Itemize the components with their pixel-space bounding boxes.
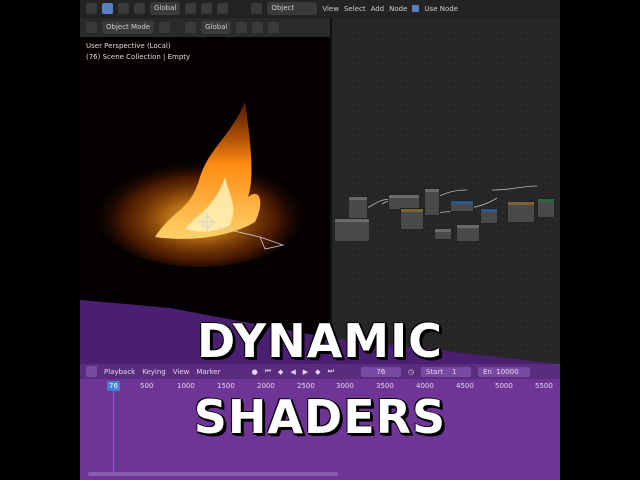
next-keyframe-icon[interactable]: ◆: [315, 368, 320, 376]
menu-playback[interactable]: Playback: [104, 368, 135, 376]
fire-render: [90, 102, 310, 267]
cursor-icon[interactable]: [86, 3, 97, 14]
snap-icon[interactable]: [236, 22, 248, 33]
ruler-tick: 2000: [257, 382, 275, 390]
proportional-edit-icon[interactable]: [268, 22, 280, 33]
ruler-tick: 5000: [495, 382, 513, 390]
ruler-tick: 4000: [416, 382, 434, 390]
viewport-transform-select[interactable]: Global: [201, 21, 232, 34]
menu-add[interactable]: Add: [371, 5, 385, 13]
end-label: En: [482, 367, 492, 376]
timeline-scrollbar[interactable]: [88, 472, 338, 476]
editor-type-icon[interactable]: [251, 3, 263, 14]
start-field[interactable]: Start 1: [420, 366, 471, 377]
editor-type-icon[interactable]: [86, 22, 97, 33]
use-nodes-label: Use Node: [424, 4, 458, 13]
node[interactable]: [400, 208, 424, 230]
ruler-tick: 2500: [297, 382, 315, 390]
end-field[interactable]: En 10000: [477, 366, 530, 377]
ruler-tick: 500: [140, 382, 154, 390]
ruler-tick: 1500: [217, 382, 235, 390]
menu-keying[interactable]: Keying: [142, 368, 166, 376]
ruler-tick: 3500: [376, 382, 394, 390]
start-value: 1: [452, 367, 457, 376]
prev-keyframe-icon[interactable]: ◆: [278, 368, 283, 376]
viewport-header: Object Mode Global: [80, 18, 330, 37]
proportional-edit-icon[interactable]: [201, 3, 213, 14]
top-header: Global Object View Select Add Node Use N…: [80, 0, 560, 17]
current-frame-field[interactable]: 76: [360, 366, 401, 377]
menu-view[interactable]: View: [322, 5, 339, 13]
overlay-title-line2: SHADERS: [193, 390, 447, 444]
node[interactable]: [434, 228, 452, 240]
node[interactable]: [480, 208, 498, 224]
overlay-title-line1: DYNAMIC: [197, 314, 443, 368]
menu-node[interactable]: Node: [389, 5, 407, 13]
ruler-tick: 5500: [535, 382, 553, 390]
play-reverse-icon[interactable]: ◀: [290, 368, 295, 376]
pivot-icon[interactable]: [217, 3, 229, 14]
select-box-icon[interactable]: [102, 3, 113, 14]
node[interactable]: [450, 200, 474, 212]
node[interactable]: [456, 224, 480, 242]
select-mode-icon[interactable]: [118, 3, 129, 14]
node[interactable]: [424, 188, 440, 216]
end-value: 10000: [496, 367, 519, 376]
pivot-icon[interactable]: [252, 22, 264, 33]
object-mode-select[interactable]: Object: [267, 2, 318, 15]
menu-view[interactable]: View: [173, 368, 190, 376]
axes-icon[interactable]: [185, 22, 197, 33]
mode-select[interactable]: Object Mode: [102, 21, 155, 34]
ruler-tick: 1000: [177, 382, 195, 390]
menu-marker[interactable]: Marker: [196, 368, 220, 376]
select-mode-icon[interactable]: [134, 3, 145, 14]
node[interactable]: [334, 218, 370, 242]
ruler-tick: 4500: [456, 382, 474, 390]
node[interactable]: [537, 198, 555, 218]
ruler-tick: 3000: [336, 382, 354, 390]
start-label: Start: [425, 367, 444, 376]
play-icon[interactable]: ▶: [303, 368, 308, 376]
jump-end-icon[interactable]: ⏭: [328, 367, 334, 376]
node[interactable]: [507, 201, 535, 223]
use-nodes-checkbox[interactable]: [412, 5, 420, 12]
jump-start-icon[interactable]: ⏮: [265, 367, 271, 376]
menu-select[interactable]: Select: [344, 5, 366, 13]
clock-icon[interactable]: ◷: [408, 368, 414, 376]
record-icon[interactable]: ●: [252, 368, 258, 376]
snap-icon[interactable]: [185, 3, 197, 14]
transform-orientation-select[interactable]: Global: [150, 2, 181, 15]
menu-hamburger-icon[interactable]: [159, 22, 171, 33]
